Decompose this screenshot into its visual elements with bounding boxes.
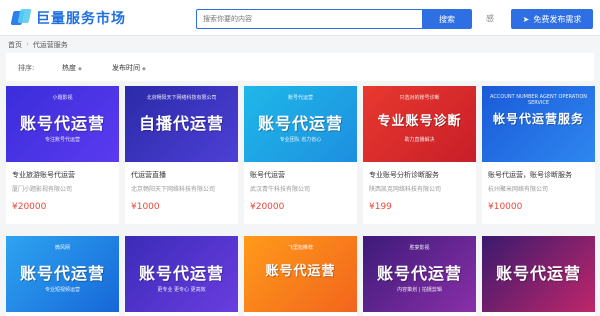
- banner-tag: 胜宴影视: [409, 245, 430, 251]
- sort-hot[interactable]: 热度 ◆: [62, 63, 82, 73]
- publish-label: 免费发布需求: [533, 14, 582, 24]
- filter-bar: 排序: 热度 ◆ 发布时间 ◆: [6, 53, 594, 81]
- card-company: 北京畅阳天下网络科技有限公司: [131, 186, 216, 193]
- header-link[interactable]: 感: [486, 13, 494, 24]
- top-header: 巨量服务市场 搜索 感 ➤ 免费发布需求: [0, 0, 600, 36]
- card-price: ¥199: [369, 202, 392, 212]
- banner-headline: 账号代运营: [376, 264, 462, 283]
- service-card[interactable]: 飞里旭推荐 账号代运营: [244, 236, 357, 316]
- caret-icon: ◆: [142, 66, 146, 72]
- banner-tag: 只选对的账号诊断: [399, 95, 440, 101]
- card-banner: 胜宴影视 账号代运营 内容策划 | 拍摄剪辑: [363, 236, 476, 312]
- banner-tag: 微风网: [54, 245, 70, 251]
- service-card[interactable]: 小题影视 账号代运营 专注账号代运营 专业旅游账号代运营 厦门小题影视有限公司 …: [6, 86, 119, 224]
- card-title: 代运营直播: [131, 171, 166, 179]
- sort-time[interactable]: 发布时间 ◆: [112, 63, 146, 73]
- logo[interactable]: 巨量服务市场: [10, 8, 126, 28]
- service-card[interactable]: 只选对的账号诊断 专业账号诊断 助力直播解决 专业账号分析诊断服务 陕西凯克网络…: [363, 86, 476, 224]
- card-title: 账号代运营: [250, 171, 285, 179]
- card-price: ¥1000: [131, 202, 160, 212]
- sort-time-label: 发布时间: [112, 64, 140, 72]
- publish-demand-button[interactable]: ➤ 免费发布需求: [511, 9, 593, 29]
- card-company: 武汉青牛科技有限公司: [250, 186, 311, 193]
- breadcrumb-separator-icon: ›: [26, 40, 29, 48]
- breadcrumb-home[interactable]: 首页: [8, 40, 22, 50]
- banner-sub: 专业短视频运营: [44, 287, 80, 293]
- card-banner: 小题影视 账号代运营 专注账号代运营: [6, 86, 119, 162]
- card-title: 账号代运营，账号诊断服务: [488, 171, 572, 179]
- banner-headline: 帐号代运营服务: [492, 112, 584, 126]
- banner-headline: 账号代运营: [257, 114, 343, 133]
- banner-tag: 小题影视: [52, 95, 73, 101]
- banner-headline: 账号代运营: [19, 264, 105, 283]
- card-banner: 只选对的账号诊断 专业账号诊断 助力直播解决: [363, 86, 476, 162]
- banner-headline: 账号代运营: [138, 264, 224, 283]
- service-card[interactable]: ACCOUNT NUMBER AGENT OPERATION SERVICE 帐…: [482, 86, 595, 224]
- card-company: 杭州聚米网络有限公司: [488, 186, 549, 193]
- card-company: 厦门小题影视有限公司: [12, 186, 73, 193]
- card-banner: 账号代运营 更专业 更专心 更高效: [125, 236, 238, 312]
- search-button[interactable]: 搜索: [422, 9, 472, 29]
- card-banner: 飞里旭推荐 账号代运营: [244, 236, 357, 312]
- search-input[interactable]: [196, 9, 422, 29]
- card-banner: 账号代运营: [482, 236, 595, 312]
- card-title: 专业账号分析诊断服务: [369, 171, 439, 179]
- banner-headline: 专业账号诊断: [377, 114, 462, 129]
- banner-sub: 专业团队 省力省心: [279, 137, 322, 143]
- banner-sub: 更专业 更专心 更高效: [157, 287, 206, 293]
- sort-label: 排序:: [18, 64, 35, 72]
- banner-sub: 内容策划 | 拍摄剪辑: [397, 287, 442, 293]
- service-card[interactable]: 账号代运营 账号代运营 专业团队 省力省心 账号代运营 武汉青牛科技有限公司 ¥…: [244, 86, 357, 224]
- breadcrumb-current: 代运营服务: [32, 41, 68, 49]
- card-price: ¥10000: [488, 202, 523, 212]
- banner-sub: 助力直播解决: [404, 137, 435, 143]
- banner-headline: 账号代运营: [495, 264, 581, 283]
- banner-headline: 自播代运营: [138, 114, 224, 133]
- caret-icon: ◆: [78, 66, 82, 72]
- card-banner: ACCOUNT NUMBER AGENT OPERATION SERVICE 帐…: [482, 86, 595, 162]
- banner-tag: 飞里旭推荐: [287, 245, 313, 251]
- breadcrumb: 首页 › 代运营服务: [8, 40, 68, 50]
- card-company: 陕西凯克网络科技有限公司: [369, 186, 442, 193]
- logo-icon: [10, 9, 32, 27]
- paper-plane-icon: ➤: [522, 14, 530, 24]
- card-banner: 北京畅阳天下网络科技有限公司 自播代运营: [125, 86, 238, 162]
- service-card[interactable]: 微风网 账号代运营 专业短视频运营: [6, 236, 119, 316]
- service-card[interactable]: 胜宴影视 账号代运营 内容策划 | 拍摄剪辑: [363, 236, 476, 316]
- card-banner: 微风网 账号代运营 专业短视频运营: [6, 236, 119, 312]
- banner-sub: 专注账号代运营: [44, 137, 80, 143]
- banner-headline: 账号代运营: [19, 114, 105, 133]
- banner-tag: 账号代运营: [287, 95, 313, 101]
- service-card[interactable]: 账号代运营 更专业 更专心 更高效: [125, 236, 238, 316]
- card-price: ¥20000: [250, 202, 285, 212]
- banner-tag: ACCOUNT NUMBER AGENT OPERATION SERVICE: [489, 94, 588, 106]
- service-card[interactable]: 账号代运营: [482, 236, 595, 316]
- banner-tag: 北京畅阳天下网络科技有限公司: [146, 95, 217, 101]
- sort-hot-label: 热度: [62, 64, 76, 72]
- banner-headline: 账号代运营: [265, 264, 336, 279]
- card-banner: 账号代运营 账号代运营 专业团队 省力省心: [244, 86, 357, 162]
- search-bar: 搜索: [196, 9, 472, 29]
- logo-text: 巨量服务市场: [36, 11, 126, 27]
- card-price: ¥20000: [12, 202, 47, 212]
- service-card[interactable]: 北京畅阳天下网络科技有限公司 自播代运营 代运营直播 北京畅阳天下网络科技有限公…: [125, 86, 238, 224]
- card-title: 专业旅游账号代运营: [12, 171, 75, 179]
